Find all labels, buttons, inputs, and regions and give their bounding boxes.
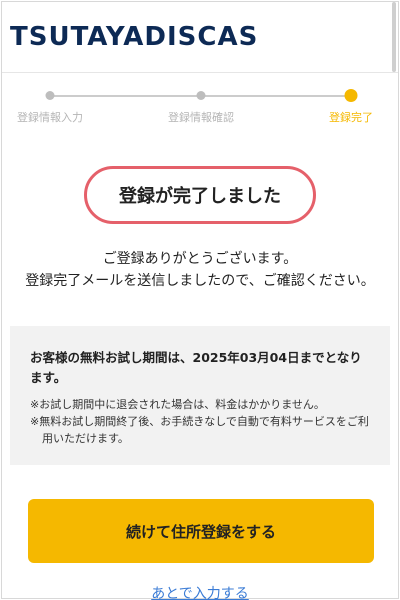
step-connector — [201, 95, 351, 97]
continue-address-registration-button[interactable]: 続けて住所登録をする — [28, 499, 374, 563]
trial-note-item: ※無料お試し期間終了後、お手続きなしで自動で有料サービスをご利用いただけます。 — [30, 415, 369, 445]
trial-headline: お客様の無料お試し期間は、2025年03月04日までとなります。 — [30, 350, 362, 385]
trial-period-box: お客様の無料お試し期間は、2025年03月04日までとなります。 ※お試し期間中… — [10, 326, 390, 465]
logo-text-tsutaya: TSUTAYA — [10, 22, 145, 52]
enter-later-link[interactable]: あとで入力する — [2, 583, 398, 600]
completion-title: 登録が完了しました — [84, 166, 316, 224]
step-label-confirm: 登録情報確認 — [168, 111, 234, 124]
trial-notes: ※お試し期間中に退会された場合は、料金はかかりません。 ※無料お試し期間終了後、… — [30, 396, 372, 447]
step-dot-input — [45, 91, 55, 100]
scrollbar[interactable] — [392, 2, 396, 72]
step-label-complete: 登録完了 — [329, 111, 373, 124]
thank-you-message: ご登録ありがとうございます。 登録完了メールを送信しましたので、ご確認ください。 — [2, 248, 398, 292]
header: TSUTAYA DISCAS — [2, 2, 398, 73]
trial-note-item: ※お試し期間中に退会された場合は、料金はかかりません。 — [30, 398, 325, 411]
message-line: ご登録ありがとうございます。 — [102, 251, 298, 267]
registration-stepper: 登録情報入力 登録情報確認 登録完了 — [2, 87, 398, 137]
step-dot-complete — [344, 89, 358, 102]
step-dot-confirm — [196, 91, 206, 100]
message-line: 登録完了メールを送信しましたので、ご確認ください。 — [25, 273, 375, 289]
page-frame: TSUTAYA DISCAS 登録情報入力 登録情報確認 登録完了 登録が完了しま… — [1, 1, 399, 600]
logo-text-discas: DISCAS — [144, 22, 259, 52]
step-connector — [49, 95, 201, 97]
step-label-input: 登録情報入力 — [17, 111, 83, 124]
tsutaya-discas-logo[interactable]: TSUTAYA DISCAS — [10, 24, 258, 50]
